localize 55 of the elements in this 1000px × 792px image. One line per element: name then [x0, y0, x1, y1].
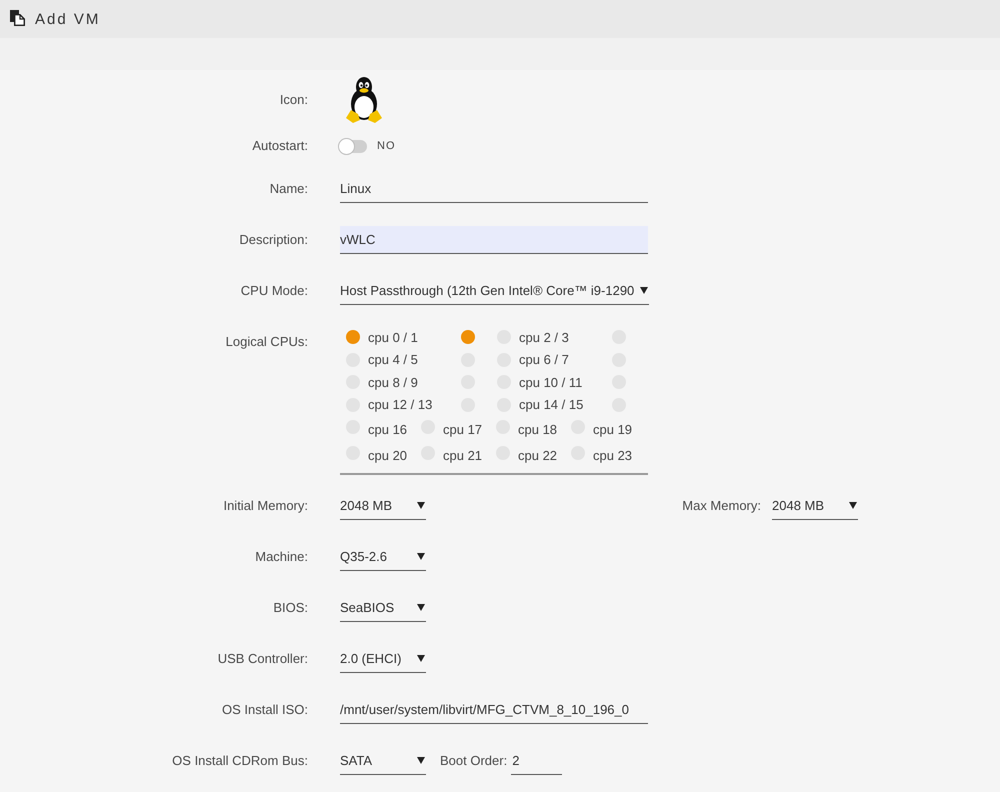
- caret-icon: [849, 502, 857, 509]
- cpu-label: cpu 6 / 7: [519, 352, 570, 368]
- cpu-label: cpu 2 / 3: [519, 330, 570, 345]
- penguin-icon: [345, 76, 383, 123]
- form-label: Description:: [239, 231, 308, 249]
- panel-title: Add VM: [35, 10, 100, 28]
- cpu-label: cpu 20: [368, 448, 408, 462]
- form-label: Initial Memory:: [223, 497, 308, 515]
- cpu-label: cpu 21: [443, 448, 482, 462]
- caret-icon: [417, 553, 425, 560]
- cpu-label: cpu 18: [518, 422, 558, 436]
- toggle-state-text: NO: [377, 139, 396, 154]
- cpu-label: cpu 8 / 9: [368, 374, 419, 390]
- form-label: CPU Mode:: [240, 282, 308, 300]
- text-field[interactable]: Linux: [340, 175, 648, 203]
- select-dropdown[interactable]: Host Passthrough (12th Gen Intel® Core™ i9-1290: [340, 277, 650, 305]
- form-label: USB Controller:: [218, 650, 308, 668]
- cpu-label: cpu 4 / 5: [368, 352, 419, 368]
- caret-icon: [417, 757, 425, 764]
- cpu-label: cpu 0 / 1: [368, 330, 419, 345]
- text-field[interactable]: vWLC: [340, 226, 648, 254]
- cpu-label: cpu 22: [518, 448, 558, 462]
- cpu-label: cpu 16: [368, 422, 408, 436]
- cpu-label: cpu 19: [593, 422, 632, 436]
- select-dropdown[interactable]: 2048 MB: [772, 492, 858, 520]
- caret-icon: [417, 655, 425, 662]
- text-field[interactable]: /mnt/user/system/libvirt/MFG_CTVM_8_10_196_0: [340, 696, 648, 724]
- text-field[interactable]: 2: [511, 747, 562, 775]
- caret-icon: [417, 502, 425, 509]
- cpu-label: cpu 12 / 13: [368, 397, 434, 412]
- select-dropdown[interactable]: SATA: [340, 747, 426, 775]
- toggle-switch[interactable]: [339, 140, 367, 152]
- form-label: OS Install ISO:: [222, 701, 308, 719]
- cpu-checkbox[interactable]: [346, 330, 360, 344]
- form-label: Icon:: [280, 90, 308, 108]
- cpu-label: cpu 23: [593, 448, 632, 462]
- form-label: Logical CPUs:: [226, 333, 308, 351]
- select-dropdown[interactable]: 2.0 (EHCI): [340, 645, 426, 673]
- cpu-label: cpu 14 / 15: [519, 397, 584, 412]
- form-label: BIOS:: [273, 599, 308, 617]
- select-dropdown[interactable]: SeaBIOS: [340, 594, 426, 622]
- caret-icon: [417, 604, 425, 611]
- form-label: Max Memory:: [682, 497, 761, 515]
- select-dropdown[interactable]: 2048 MB: [340, 492, 426, 520]
- form-label: Name:: [270, 180, 308, 198]
- form-label: Boot Order:: [440, 752, 508, 770]
- cpu-label: cpu 17: [443, 422, 482, 436]
- form-label: Machine:: [255, 548, 308, 566]
- caret-icon: [640, 287, 648, 294]
- cpu-label: cpu 10 / 11: [519, 374, 584, 390]
- form-label: Autostart:: [252, 137, 308, 155]
- documents-icon: [10, 10, 25, 26]
- form-label: OS Install CDRom Bus:: [172, 752, 308, 770]
- cpu-checkbox[interactable]: [461, 330, 475, 344]
- select-dropdown[interactable]: Q35-2.6: [340, 543, 426, 571]
